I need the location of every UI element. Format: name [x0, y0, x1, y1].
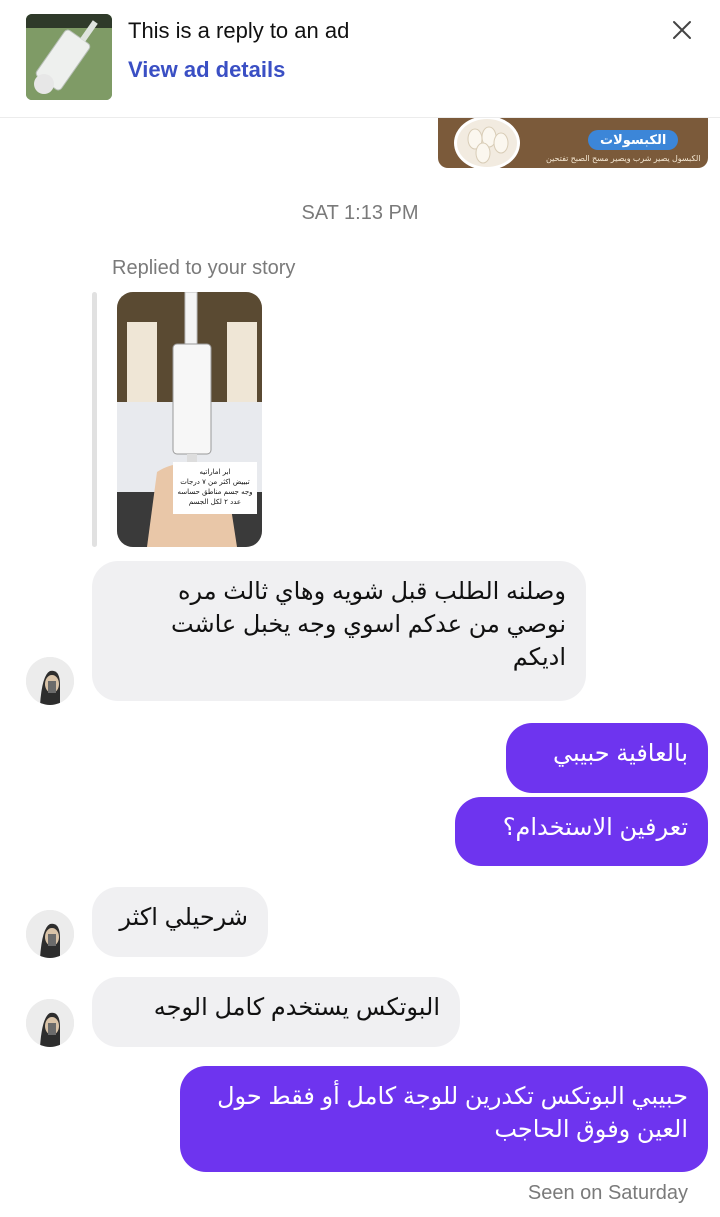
capsules-icon: [467, 126, 509, 164]
message-bubble-incoming[interactable]: وصلنه الطلب قبل شويه وهاي ثالث مره نوصي …: [92, 561, 586, 701]
avatar-icon: [26, 657, 74, 705]
ad-banner-subtext: الكبسول يصير شرب ويصير مسح الصبح تفتحين: [546, 154, 701, 163]
syringe-story-icon: ابر اماراتيه تبييض اكثر من ٧ درجات وجه ج…: [117, 292, 262, 547]
svg-text:ابر اماراتيه: ابر اماراتيه: [200, 468, 231, 476]
svg-text:تبييض اكثر من ٧ درجات: تبييض اكثر من ٧ درجات: [180, 478, 249, 486]
ad-banner[interactable]: الكبسولات الكبسول يصير شرب ويصير مسح الص…: [438, 118, 708, 168]
ad-thumbnail[interactable]: [26, 14, 112, 100]
message-bubble-incoming[interactable]: شرحيلي اكثر: [92, 887, 268, 957]
capsule-image: [454, 118, 520, 168]
seen-status: Seen on Saturday: [527, 1182, 688, 1204]
ad-reply-header: This is a reply to an ad View ad details: [0, 0, 720, 118]
story-thumbnail[interactable]: ابر اماراتيه تبييض اكثر من ٧ درجات وجه ج…: [117, 292, 262, 547]
message-bubble-outgoing[interactable]: تعرفين الاستخدام؟: [455, 797, 708, 866]
contact-avatar[interactable]: [26, 910, 74, 958]
contact-avatar[interactable]: [26, 999, 74, 1047]
message-timestamp: SAT 1:13 PM: [301, 202, 419, 224]
avatar-icon: [26, 910, 74, 958]
contact-avatar[interactable]: [26, 657, 74, 705]
replied-to-story-label: Replied to your story: [112, 257, 296, 279]
message-bubble-outgoing[interactable]: حبيبي البوتكس تكدرين للوجة كامل أو فقط ح…: [180, 1066, 708, 1172]
svg-text:وجه جسم مناطق حساسه: وجه جسم مناطق حساسه: [177, 488, 252, 496]
view-ad-details-link[interactable]: View ad details: [128, 57, 285, 83]
ad-banner-pill: الكبسولات: [588, 130, 679, 150]
close-button[interactable]: [664, 12, 700, 48]
message-bubble-incoming[interactable]: البوتكس يستخدم كامل الوجه: [92, 977, 460, 1047]
svg-text:عدد ٢ لكل الجسم: عدد ٢ لكل الجسم: [189, 498, 241, 506]
avatar-icon: [26, 999, 74, 1047]
message-bubble-outgoing[interactable]: بالعافية حبيبي: [506, 723, 708, 793]
reply-indicator-bar: [92, 292, 97, 547]
ad-reply-title: This is a reply to an ad: [128, 18, 350, 43]
close-icon: [673, 21, 691, 39]
syringe-image-icon: [26, 14, 112, 100]
